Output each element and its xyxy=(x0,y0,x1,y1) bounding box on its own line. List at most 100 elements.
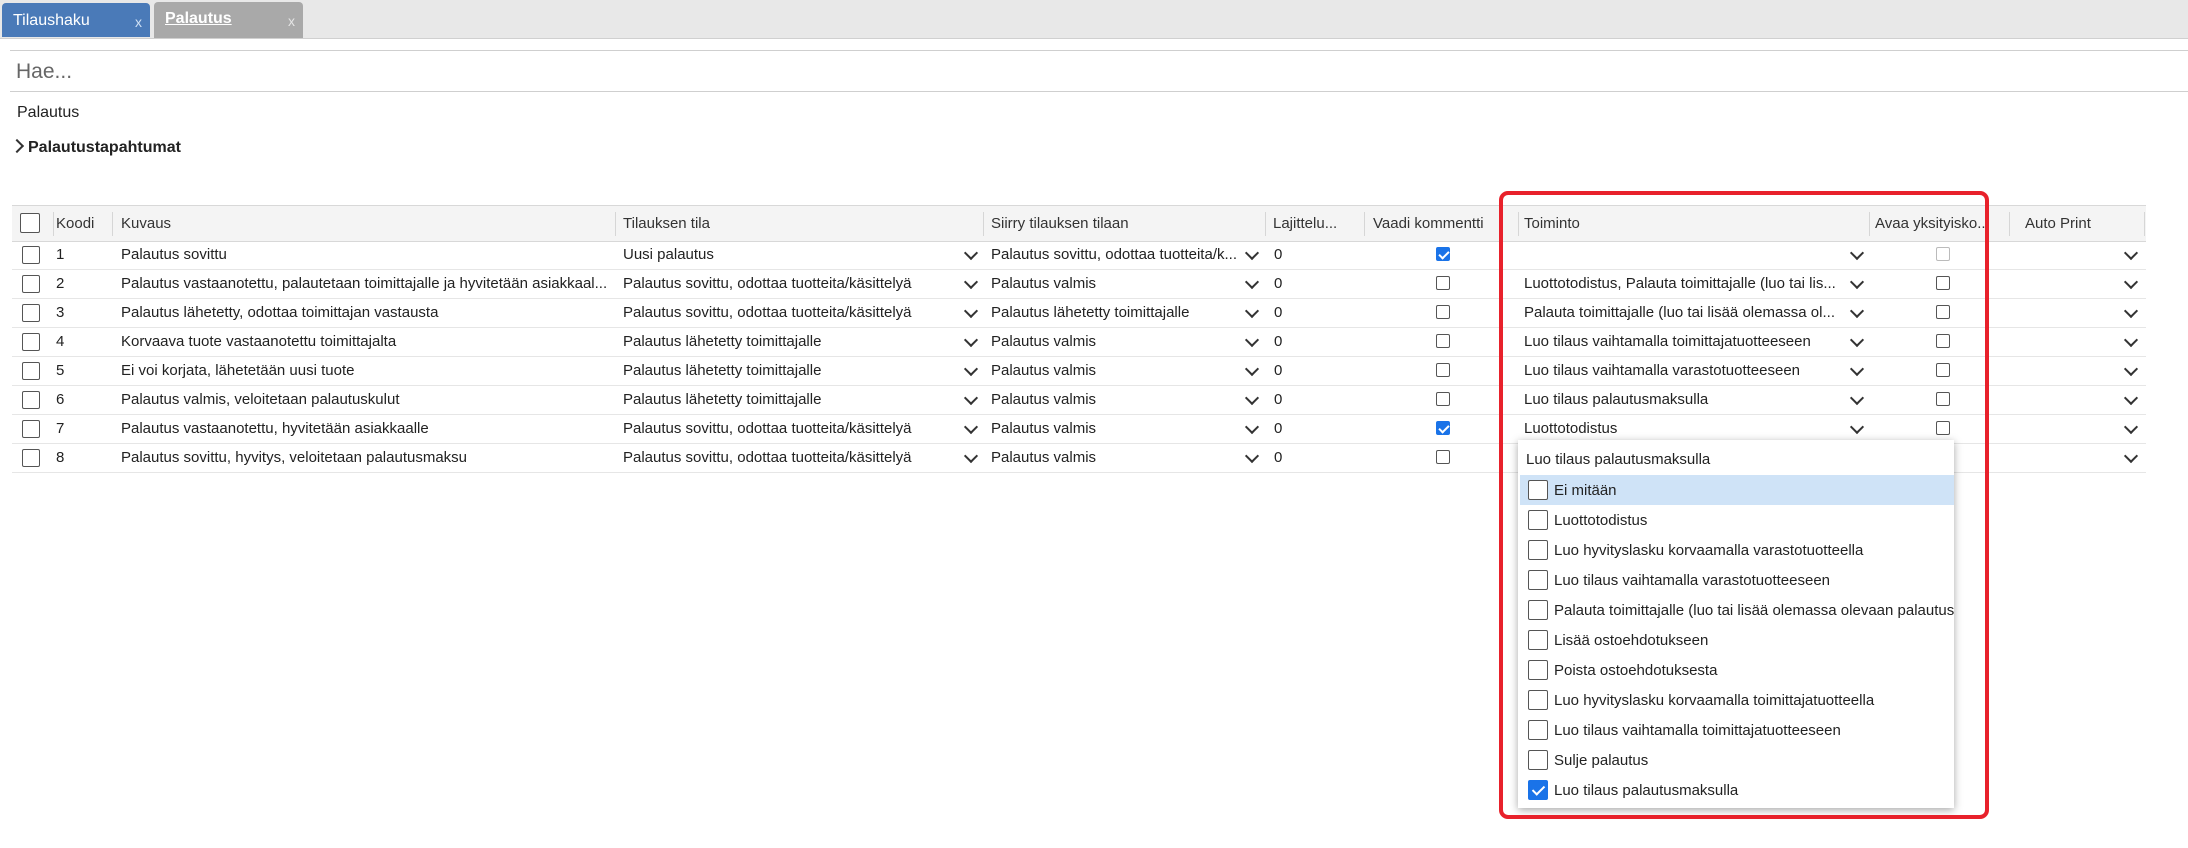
checkbox-icon[interactable] xyxy=(1528,600,1548,620)
row-checkbox[interactable] xyxy=(22,449,40,467)
chevron-down-icon[interactable] xyxy=(1244,274,1260,290)
close-icon[interactable]: x xyxy=(135,14,142,30)
open-details-checkbox[interactable] xyxy=(1936,334,1950,348)
select-all-checkbox[interactable] xyxy=(20,213,40,233)
cell-order-state[interactable]: Uusi palautus xyxy=(623,246,953,263)
table-row[interactable]: 1 Palautus sovittu Uusi palautus Palautus s… xyxy=(12,240,2146,270)
dropdown-option[interactable]: Luo tilaus vaihtamalla varastotuotteesee… xyxy=(1520,565,1954,595)
checkbox-icon[interactable] xyxy=(1528,630,1548,650)
require-comment-checkbox[interactable] xyxy=(1436,334,1450,348)
cell-action[interactable]: Luottotodistus xyxy=(1524,420,1854,437)
chevron-down-icon[interactable] xyxy=(2123,332,2139,348)
open-details-checkbox[interactable] xyxy=(1936,363,1950,377)
col-tilauksen-tila[interactable]: Tilauksen tila xyxy=(623,215,710,232)
chevron-down-icon[interactable] xyxy=(963,245,979,261)
chevron-down-icon[interactable] xyxy=(1244,332,1260,348)
tab-palautus[interactable]: Palautus x xyxy=(154,2,303,38)
open-details-checkbox[interactable] xyxy=(1936,421,1950,435)
cell-action[interactable]: Luottotodistus, Palauta toimittajalle (l… xyxy=(1524,275,1854,292)
dropdown-option[interactable]: Luo tilaus vaihtamalla toimittajatuottee… xyxy=(1520,715,1954,745)
row-checkbox[interactable] xyxy=(22,362,40,380)
cell-order-state[interactable]: Palautus lähetetty toimittajalle xyxy=(623,362,953,379)
checkbox-icon[interactable] xyxy=(1528,690,1548,710)
table-row[interactable]: 5 Ei voi korjata, lähetetään uusi tuote Pa… xyxy=(12,356,2146,386)
row-checkbox[interactable] xyxy=(22,333,40,351)
checkbox-icon[interactable] xyxy=(1528,750,1548,770)
cell-order-state[interactable]: Palautus lähetetty toimittajalle xyxy=(623,333,953,350)
cell-sort[interactable]: 0 xyxy=(1274,333,1282,350)
checkbox-icon[interactable] xyxy=(1528,540,1548,560)
cell-move-to-state[interactable]: Palautus sovittu, odottaa tuotteita/k... xyxy=(991,246,1241,263)
chevron-down-icon[interactable] xyxy=(2123,361,2139,377)
chevron-down-icon[interactable] xyxy=(2123,274,2139,290)
cell-order-state[interactable]: Palautus sovittu, odottaa tuotteita/käsi… xyxy=(623,304,953,321)
chevron-down-icon[interactable] xyxy=(2123,448,2139,464)
cell-sort[interactable]: 0 xyxy=(1274,275,1282,292)
chevron-down-icon[interactable] xyxy=(963,419,979,435)
checkbox-icon[interactable] xyxy=(1528,480,1548,500)
cell-sort[interactable]: 0 xyxy=(1274,362,1282,379)
chevron-down-icon[interactable] xyxy=(1244,245,1260,261)
cell-order-state[interactable]: Palautus sovittu, odottaa tuotteita/käsi… xyxy=(623,449,953,466)
col-avaa-yksityiskohdat[interactable]: Avaa yksityisko... xyxy=(1875,215,1995,232)
require-comment-checkbox[interactable] xyxy=(1436,421,1450,435)
cell-sort[interactable]: 0 xyxy=(1274,420,1282,437)
require-comment-checkbox[interactable] xyxy=(1436,305,1450,319)
cell-sort[interactable]: 0 xyxy=(1274,304,1282,321)
require-comment-checkbox[interactable] xyxy=(1436,276,1450,290)
chevron-down-icon[interactable] xyxy=(963,274,979,290)
checkbox-icon[interactable] xyxy=(1528,720,1548,740)
chevron-down-icon[interactable] xyxy=(1244,448,1260,464)
cell-move-to-state[interactable]: Palautus valmis xyxy=(991,362,1241,379)
cell-description[interactable]: Ei voi korjata, lähetetään uusi tuote xyxy=(121,362,609,379)
open-details-checkbox[interactable] xyxy=(1936,276,1950,290)
cell-description[interactable]: Palautus sovittu, hyvitys, veloitetaan p… xyxy=(121,449,609,466)
cell-description[interactable]: Palautus lähetetty, odottaa toimittajan … xyxy=(121,304,609,321)
checkbox-icon[interactable] xyxy=(1528,510,1548,530)
table-row[interactable]: 6 Palautus valmis, veloitetaan palautusku… xyxy=(12,385,2146,415)
cell-order-state[interactable]: Palautus lähetetty toimittajalle xyxy=(623,391,953,408)
cell-order-state[interactable]: Palautus sovittu, odottaa tuotteita/käsi… xyxy=(623,275,953,292)
table-row[interactable]: 4 Korvaava tuote vastaanotettu toimittaja… xyxy=(12,327,2146,357)
cell-sort[interactable]: 0 xyxy=(1274,246,1282,263)
cell-action[interactable]: Palauta toimittajalle (luo tai lisää ole… xyxy=(1524,304,1854,321)
chevron-down-icon[interactable] xyxy=(2123,390,2139,406)
require-comment-checkbox[interactable] xyxy=(1436,392,1450,406)
dropdown-current-value[interactable]: Luo tilaus palautusmaksulla xyxy=(1526,451,1710,468)
chevron-down-icon[interactable] xyxy=(2123,303,2139,319)
cell-description[interactable]: Palautus vastaanotettu, hyvitetään asiak… xyxy=(121,420,609,437)
col-kuvaus[interactable]: Kuvaus xyxy=(121,215,171,232)
chevron-down-icon[interactable] xyxy=(1244,303,1260,319)
chevron-down-icon[interactable] xyxy=(1244,361,1260,377)
dropdown-option[interactable]: Luo hyvityslasku korvaamalla varastotuot… xyxy=(1520,535,1954,565)
cell-move-to-state[interactable]: Palautus valmis xyxy=(991,420,1241,437)
dropdown-option[interactable]: Luo hyvityslasku korvaamalla toimittajat… xyxy=(1520,685,1954,715)
require-comment-checkbox[interactable] xyxy=(1436,363,1450,377)
table-row[interactable]: 2 Palautus vastaanotettu, palautetaan toi… xyxy=(12,269,2146,299)
cell-description[interactable]: Korvaava tuote vastaanotettu toimittajal… xyxy=(121,333,609,350)
require-comment-checkbox[interactable] xyxy=(1436,247,1450,261)
dropdown-option[interactable]: Luo tilaus palautusmaksulla xyxy=(1520,775,1954,805)
tab-tilaushaku[interactable]: Tilaushaku x xyxy=(2,3,150,37)
dropdown-option[interactable]: Ei mitään xyxy=(1520,475,1954,505)
chevron-down-icon[interactable] xyxy=(1849,245,1865,261)
chevron-down-icon[interactable] xyxy=(963,448,979,464)
cell-move-to-state[interactable]: Palautus valmis xyxy=(991,275,1241,292)
row-checkbox[interactable] xyxy=(22,275,40,293)
row-checkbox[interactable] xyxy=(22,420,40,438)
dropdown-option[interactable]: Palauta toimittajalle (luo tai lisää ole… xyxy=(1520,595,1954,625)
cell-action[interactable]: Luo tilaus vaihtamalla varastotuotteesee… xyxy=(1524,362,1854,379)
cell-move-to-state[interactable]: Palautus valmis xyxy=(991,449,1241,466)
checkbox-icon[interactable] xyxy=(1528,660,1548,680)
open-details-checkbox[interactable] xyxy=(1936,305,1950,319)
row-checkbox[interactable] xyxy=(22,391,40,409)
dropdown-option[interactable]: Poista ostoehdotuksesta xyxy=(1520,655,1954,685)
chevron-down-icon[interactable] xyxy=(963,390,979,406)
cell-move-to-state[interactable]: Palautus valmis xyxy=(991,391,1241,408)
col-siirry-tilaan[interactable]: Siirry tilauksen tilaan xyxy=(991,215,1129,232)
cell-action[interactable]: Luo tilaus palautusmaksulla xyxy=(1524,391,1854,408)
cell-description[interactable]: Palautus valmis, veloitetaan palautuskul… xyxy=(121,391,609,408)
col-vaadi-kommentti[interactable]: Vaadi kommentti xyxy=(1373,215,1484,232)
table-row[interactable]: 3 Palautus lähetetty, odottaa toimittajan… xyxy=(12,298,2146,328)
close-icon[interactable]: x xyxy=(288,13,295,29)
